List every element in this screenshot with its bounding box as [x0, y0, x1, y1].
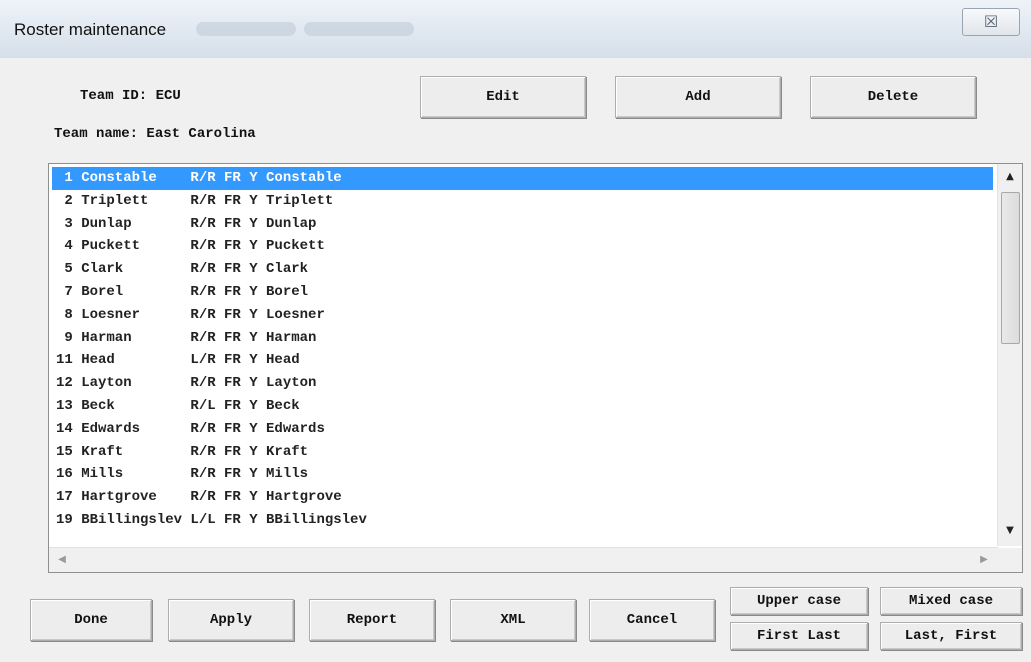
list-item[interactable]: 16 Mills R/R FR Y Mills	[52, 463, 993, 486]
last-first-button[interactable]: Last, First	[880, 622, 1022, 650]
first-last-button[interactable]: First Last	[730, 622, 868, 650]
window-title: Roster maintenance	[14, 20, 167, 39]
list-item[interactable]: 3 Dunlap R/R FR Y Dunlap	[52, 213, 993, 236]
xml-button[interactable]: XML	[450, 599, 576, 641]
list-item[interactable]: 15 Kraft R/R FR Y Kraft	[52, 441, 993, 464]
list-item[interactable]: 7 Borel R/R FR Y Borel	[52, 281, 993, 304]
list-item[interactable]: 13 Beck R/L FR Y Beck	[52, 395, 993, 418]
list-item[interactable]: 5 Clark R/R FR Y Clark	[52, 258, 993, 281]
list-item[interactable]: 1 Constable R/R FR Y Constable	[52, 167, 993, 190]
upper-case-button[interactable]: Upper case	[730, 587, 868, 615]
scroll-right-arrow-icon[interactable]: ▶	[973, 549, 995, 571]
list-item[interactable]: 14 Edwards R/R FR Y Edwards	[52, 418, 993, 441]
done-button[interactable]: Done	[30, 599, 152, 641]
report-button[interactable]: Report	[309, 599, 435, 641]
scroll-down-arrow-icon[interactable]: ▼	[999, 520, 1021, 542]
vertical-scrollbar[interactable]: ▲ ▼	[997, 164, 1022, 546]
add-button[interactable]: Add	[615, 76, 781, 118]
cancel-button[interactable]: Cancel	[589, 599, 715, 641]
team-id-label: Team ID: ECU	[80, 88, 181, 104]
title-bar[interactable]: Roster maintenance ☒	[0, 0, 1031, 58]
close-button[interactable]: ☒	[962, 8, 1020, 36]
vertical-scroll-thumb[interactable]	[1001, 192, 1020, 344]
edit-button[interactable]: Edit	[420, 76, 586, 118]
blurred-title-text	[196, 22, 296, 36]
team-name-label: Team name: East Carolina	[54, 126, 256, 142]
roster-rows: 1 Constable R/R FR Y Constable 2 Triplet…	[52, 167, 993, 532]
list-item[interactable]: 9 Harman R/R FR Y Harman	[52, 327, 993, 350]
blurred-title-text	[304, 22, 414, 36]
scroll-left-arrow-icon[interactable]: ◀	[51, 549, 73, 571]
mixed-case-button[interactable]: Mixed case	[880, 587, 1022, 615]
list-item[interactable]: 11 Head L/R FR Y Head	[52, 349, 993, 372]
roster-maintenance-window: Roster maintenance ☒ Team ID: ECU Team n…	[0, 0, 1031, 662]
delete-button[interactable]: Delete	[810, 76, 976, 118]
list-item[interactable]: 12 Layton R/R FR Y Layton	[52, 372, 993, 395]
list-item[interactable]: 8 Loesner R/R FR Y Loesner	[52, 304, 993, 327]
horizontal-scrollbar[interactable]: ◀ ▶	[49, 547, 998, 572]
scrollbar-corner	[998, 548, 1022, 572]
scroll-up-arrow-icon[interactable]: ▲	[999, 166, 1021, 188]
apply-button[interactable]: Apply	[168, 599, 294, 641]
list-item[interactable]: 2 Triplett R/R FR Y Triplett	[52, 190, 993, 213]
list-item[interactable]: 17 Hartgrove R/R FR Y Hartgrove	[52, 486, 993, 509]
list-item[interactable]: 4 Puckett R/R FR Y Puckett	[52, 235, 993, 258]
roster-listbox[interactable]: 1 Constable R/R FR Y Constable 2 Triplet…	[48, 163, 1023, 573]
list-item[interactable]: 19 BBillingslev L/L FR Y BBillingslev	[52, 509, 993, 532]
